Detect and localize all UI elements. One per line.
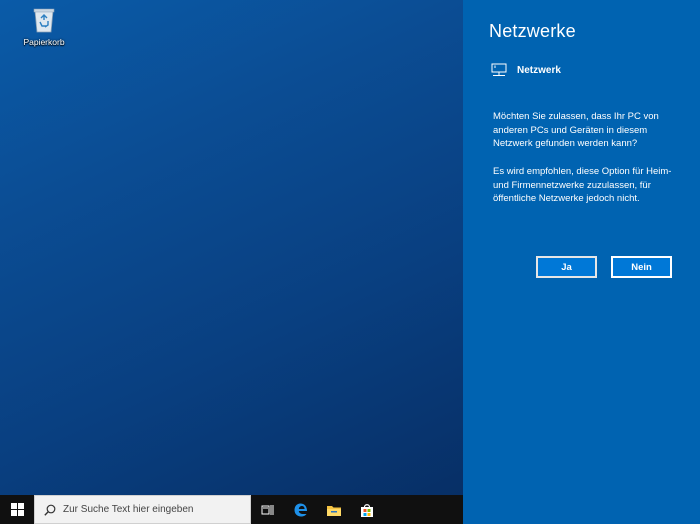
edge-button[interactable]: [284, 495, 317, 524]
search-icon: [44, 504, 56, 516]
network-flyout: Netzwerke Netzwerk Möchten Sie zulassen,…: [463, 0, 700, 524]
store-button[interactable]: [350, 495, 383, 524]
discovery-question: Möchten Sie zulassen, dass Ihr PC von an…: [493, 111, 659, 149]
start-button[interactable]: [0, 495, 34, 524]
network-icon: [491, 63, 507, 76]
edge-icon: [294, 503, 307, 516]
start-icon: [10, 503, 24, 516]
network-name: Netzwerk: [517, 64, 561, 76]
file-explorer-button[interactable]: [317, 495, 350, 524]
desktop-icon-recycle-bin[interactable]: Papierkorb: [20, 4, 68, 54]
desktop-icon-label: Papierkorb: [23, 37, 65, 47]
flyout-title: Netzwerke: [489, 21, 576, 41]
task-view-button[interactable]: [251, 495, 284, 524]
discovery-recommendation: Es wird empfohlen, diese Option für Heim…: [493, 166, 672, 204]
yes-button[interactable]: Ja: [536, 256, 597, 278]
search-box[interactable]: Zur Suche Text hier eingeben: [34, 495, 251, 524]
taskbar: Zur Suche Text hier eingeben: [0, 495, 463, 524]
store-icon: [360, 503, 373, 517]
recycle-bin-icon: [33, 8, 55, 33]
no-button[interactable]: Nein: [611, 256, 672, 278]
file-explorer-icon: [326, 505, 341, 516]
desktop: Papierkorb: [0, 0, 463, 495]
task-view-icon: [261, 504, 273, 515]
search-placeholder: Zur Suche Text hier eingeben: [63, 504, 194, 515]
network-row: Netzwerk: [491, 63, 561, 77]
